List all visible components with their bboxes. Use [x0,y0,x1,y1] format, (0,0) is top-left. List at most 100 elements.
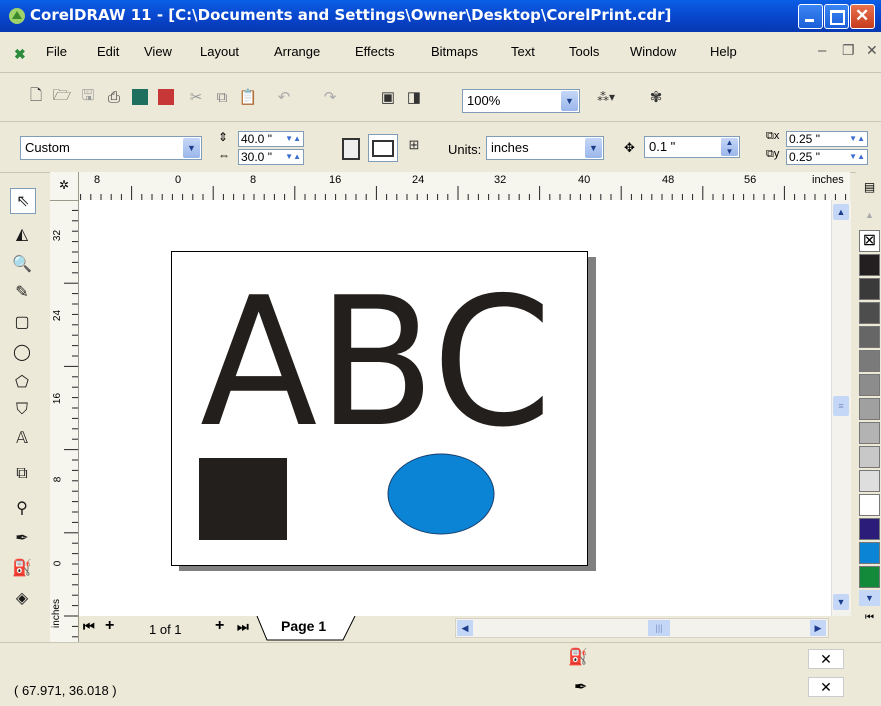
spinner-icon[interactable]: ▲ ▼ [721,138,738,156]
interactive-blend-tool-icon[interactable]: ⧉ [10,462,34,486]
undo-icon[interactable]: ↶ [274,87,294,107]
scroll-left-button[interactable]: ◀ [457,620,473,636]
palette-swatch[interactable] [859,254,880,276]
abc-text[interactable]: ABC [200,259,552,466]
palette-scroll-down[interactable]: ▼ [859,590,880,606]
menu-bitmaps[interactable]: Bitmaps [431,44,478,59]
palette-swatch[interactable] [859,422,880,444]
corel-online-icon[interactable]: ✾ [646,87,666,107]
pick-tool-icon[interactable]: ⇖ [10,188,36,214]
menu-tools[interactable]: Tools [569,44,599,59]
palette-swatch[interactable] [859,278,880,300]
shape-tool-icon[interactable]: ◭ [10,222,34,246]
menu-effects[interactable]: Effects [355,44,395,59]
palette-scroll-up[interactable]: ▲ [861,210,878,224]
landscape-button[interactable] [368,134,398,162]
scroll-right-button[interactable]: ▶ [810,620,826,636]
black-square[interactable] [199,458,287,540]
page-width-field[interactable]: 40.0 " ▼▲ [238,131,304,147]
export-icon[interactable] [156,87,176,107]
chevron-down-icon[interactable]: ▼ [183,138,200,158]
redo-icon[interactable]: ↷ [320,87,340,107]
ruler-origin[interactable]: ✲ [50,172,79,201]
palette-swatch[interactable] [859,542,880,564]
paste-icon[interactable]: 📋 [238,87,258,107]
drawing-canvas[interactable]: ABC [79,200,831,616]
copy-icon[interactable]: ⧉ [212,87,232,107]
menu-help[interactable]: Help [710,44,737,59]
duplicate-y-field[interactable]: 0.25 " ▼▲ [786,149,868,165]
interactive-fill-tool-icon[interactable]: ◈ [10,586,34,610]
eyedropper-tool-icon[interactable]: ⚲ [10,496,34,520]
scroll-up-button[interactable]: ▲ [833,204,849,220]
fill-color-swatch[interactable]: ✕ [808,649,844,669]
duplicate-x-field[interactable]: 0.25 " ▼▲ [786,131,868,147]
menu-window[interactable]: Window [630,44,676,59]
print-icon[interactable]: ⎙ [104,87,124,107]
cut-icon[interactable]: ✂ [186,87,206,107]
palette-swatch[interactable] [859,326,880,348]
menu-text[interactable]: Text [511,44,535,59]
page-tab-label[interactable]: Page 1 [281,618,326,634]
ellipse-tool-icon[interactable]: ◯ [10,340,34,364]
rectangle-tool-icon[interactable]: ▢ [10,310,34,334]
fill-tool-icon[interactable]: ⛽ [10,556,34,580]
add-page-after-button[interactable]: + [215,617,224,635]
palette-swatch[interactable] [859,302,880,324]
scroll-thumb[interactable]: ≡ [833,396,849,416]
docker-icon[interactable]: ▤ [859,180,880,198]
palette-swatch[interactable] [859,494,880,516]
polygon-tool-icon[interactable]: ⬠ [10,370,34,394]
zoom-combo[interactable]: 100% ▼ [462,89,580,113]
import-icon[interactable] [130,87,150,107]
paper-type-combo[interactable]: Custom ▼ [20,136,202,160]
open-icon[interactable]: 🗁 [52,87,72,107]
menu-edit[interactable]: Edit [97,44,119,59]
first-page-button[interactable]: ⏮ [83,619,95,635]
scroll-down-button[interactable]: ▼ [833,594,849,610]
title-bar[interactable]: CorelDRAW 11 - [C:\Documents and Setting… [0,0,881,32]
palette-swatch[interactable] [859,398,880,420]
freehand-tool-icon[interactable]: ✎ [10,280,34,304]
doc-restore-button[interactable]: ❐ [842,42,855,59]
nudge-field[interactable]: 0.1 " ▲ ▼ [644,136,740,158]
vertical-scrollbar[interactable]: ▲ ≡ ▼ [831,200,851,616]
chevron-down-icon[interactable]: ▼ [585,138,602,158]
palette-swatch[interactable] [859,470,880,492]
page-height-field[interactable]: 30.0 " ▼▲ [238,149,304,165]
last-page-button[interactable]: ⏭ [237,619,249,635]
portrait-button[interactable] [342,138,360,160]
horizontal-scrollbar[interactable]: ◀ ||| ▶ [455,618,829,638]
menu-file[interactable]: File [46,44,67,59]
vertical-ruler[interactable]: 32 24 16 8 0 inches [50,200,79,642]
add-page-before-button[interactable]: + [105,617,114,635]
zoom-tool-icon[interactable]: 🔍 [10,252,34,276]
outline-color-swatch[interactable]: ✕ [808,677,844,697]
doc-close-button[interactable]: ✕ [866,42,878,59]
units-combo[interactable]: inches ▼ [486,136,604,160]
blue-ellipse[interactable] [387,453,495,535]
import-dialog-icon[interactable]: ▣ [378,87,398,107]
close-button[interactable]: ✕ [850,4,875,29]
chevron-down-icon[interactable]: ▼ [561,91,578,111]
save-icon[interactable]: 🖫 [78,87,98,107]
menu-view[interactable]: View [144,44,172,59]
no-fill-swatch[interactable]: ⊠ [859,230,880,252]
application-launcher-icon[interactable]: ⁂▾ [596,87,616,107]
document-page[interactable]: ABC [171,251,588,566]
palette-flyout-button[interactable]: ⏮ [859,612,880,628]
maximize-button[interactable] [824,4,849,29]
palette-swatch[interactable] [859,374,880,396]
hscroll-thumb[interactable]: ||| [648,620,670,636]
document-icon[interactable]: ✖ [14,46,26,63]
menu-arrange[interactable]: Arrange [274,44,320,59]
menu-layout[interactable]: Layout [200,44,239,59]
outline-tool-icon[interactable]: ✒ [10,526,34,550]
palette-swatch[interactable] [859,518,880,540]
doc-minimize-button[interactable]: – [818,42,826,59]
page-layout-icon[interactable]: ⊞ [404,135,424,155]
palette-swatch[interactable] [859,566,880,588]
palette-swatch[interactable] [859,446,880,468]
new-icon[interactable]: 🗋 [26,87,46,107]
text-tool-icon[interactable]: 𝔸 [10,426,34,450]
